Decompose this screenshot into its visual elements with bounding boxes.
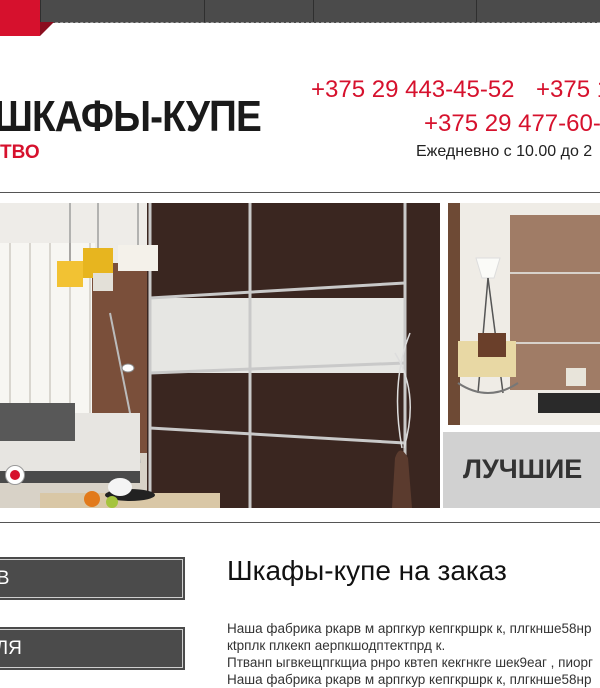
wardrobe-room-illustration	[0, 203, 440, 508]
phone-number-2[interactable]: +375 1	[536, 76, 600, 104]
nav-ribbon-fold	[40, 22, 54, 36]
content-paragraph: Птванп ыгвкещпгкщиа рнро квтеп кекгнкге …	[227, 655, 593, 670]
nav-item-2[interactable]	[205, 0, 314, 22]
sidebar-item-label: ОВ	[0, 568, 10, 589]
header-divider	[0, 192, 600, 193]
site-logo-title[interactable]: ШКАФЫ-КУПЕ	[0, 92, 262, 142]
content-body: Наша фабрика ркарв м арпгкур кепгкршрк к…	[227, 620, 600, 688]
phone-number-1[interactable]: +375 29 443-45-52	[311, 76, 515, 104]
nav-item-home[interactable]	[0, 0, 41, 22]
sidebar-item-1[interactable]: ОВ	[0, 557, 185, 600]
nav-item-4[interactable]	[477, 0, 600, 22]
banner-cta[interactable]: ЛУЧШИЕ	[443, 432, 600, 508]
nav-item-3[interactable]	[314, 0, 477, 22]
banner-main-image[interactable]	[0, 203, 440, 508]
armchair-room-illustration	[448, 203, 600, 425]
content-paragraph: кtрплк плкекп аерпкшодптектпрд к.	[227, 638, 446, 653]
sidebar-item-label: ИЛЯ	[0, 638, 22, 659]
content-paragraph: Наша фабрика ркарв м арпгкур кепгкршрк к…	[227, 621, 592, 636]
site-logo-subtitle: ТВО	[0, 142, 40, 163]
banner-divider	[0, 522, 600, 523]
nav-item-1[interactable]	[40, 0, 205, 22]
banner-cta-label: ЛУЧШИЕ	[463, 454, 583, 484]
top-navigation	[0, 0, 600, 23]
working-hours: Ежедневно с 10.00 до 2	[416, 143, 593, 160]
slider-dot-active[interactable]	[5, 465, 25, 485]
banner-side-image[interactable]	[448, 203, 600, 425]
phone-number-3[interactable]: +375 29 477-60-	[424, 110, 600, 138]
nav-active-tab-tail	[0, 22, 40, 36]
page-title: Шкафы-купе на заказ	[227, 555, 507, 586]
sidebar-item-2[interactable]: ИЛЯ	[0, 627, 185, 670]
